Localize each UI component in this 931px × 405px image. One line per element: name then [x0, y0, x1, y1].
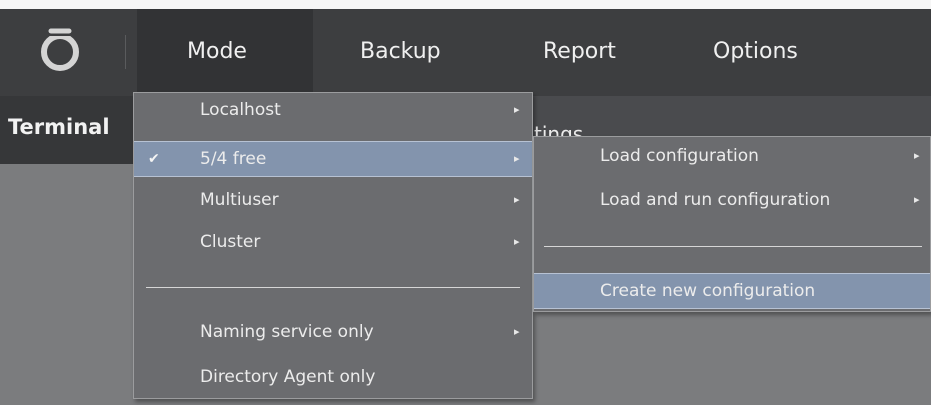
menu-item-label: Multiuser: [200, 190, 279, 210]
menu-item-localhost[interactable]: Localhost ▸: [134, 93, 532, 129]
menu-separator: [544, 246, 922, 247]
menu-item-label: Create new configuration: [600, 281, 816, 301]
menu-item-label: Load configuration: [600, 146, 759, 166]
window-top-strip: [0, 0, 931, 9]
app-logo-icon[interactable]: [0, 9, 125, 96]
menu-item-5-4-free[interactable]: ✔ 5/4 free ▸: [134, 141, 532, 177]
menu-item-load-configuration[interactable]: Load configuration ▸: [534, 139, 930, 175]
submenu-arrow-icon: ▸: [514, 152, 520, 165]
submenu-arrow-icon: ▸: [914, 193, 920, 206]
configuration-submenu: Load configuration ▸ Load and run config…: [533, 136, 931, 312]
menu-item-label: Localhost: [200, 100, 281, 120]
submenu-arrow-icon: ▸: [514, 235, 520, 248]
menu-item-label: Naming service only: [200, 322, 374, 342]
logo-separator: [125, 35, 126, 69]
menu-item-cluster[interactable]: Cluster ▸: [134, 225, 532, 261]
menu-item-load-and-run-configuration[interactable]: Load and run configuration ▸: [534, 183, 930, 219]
checkmark-icon: ✔: [148, 151, 160, 167]
logo-area: [0, 9, 125, 96]
menu-item-label: Load and run configuration: [600, 190, 831, 210]
menu-item-multiuser[interactable]: Multiuser ▸: [134, 183, 532, 219]
menu-backup[interactable]: Backup: [360, 9, 441, 96]
menu-item-directory-agent-only[interactable]: Directory Agent only: [134, 360, 532, 396]
menu-mode[interactable]: Mode: [137, 9, 313, 96]
submenu-arrow-icon: ▸: [514, 325, 520, 338]
mode-dropdown-menu: Localhost ▸ ✔ 5/4 free ▸ Multiuser ▸ Clu…: [133, 92, 533, 399]
menu-item-create-new-configuration[interactable]: Create new configuration: [534, 273, 930, 309]
menu-separator: [146, 287, 520, 288]
menu-item-label: 5/4 free: [200, 149, 267, 169]
submenu-arrow-icon: ▸: [514, 193, 520, 206]
menu-item-label: Directory Agent only: [200, 367, 376, 387]
submenu-arrow-icon: ▸: [514, 103, 520, 116]
submenu-arrow-icon: ▸: [914, 149, 920, 162]
menu-report[interactable]: Report: [543, 9, 616, 96]
main-menubar: Mode Backup Report Options: [0, 9, 931, 96]
tab-terminal[interactable]: Terminal: [0, 96, 137, 164]
menu-item-label: Cluster: [200, 232, 261, 252]
menu-item-naming-service-only[interactable]: Naming service only ▸: [134, 315, 532, 351]
menu-options[interactable]: Options: [713, 9, 798, 96]
